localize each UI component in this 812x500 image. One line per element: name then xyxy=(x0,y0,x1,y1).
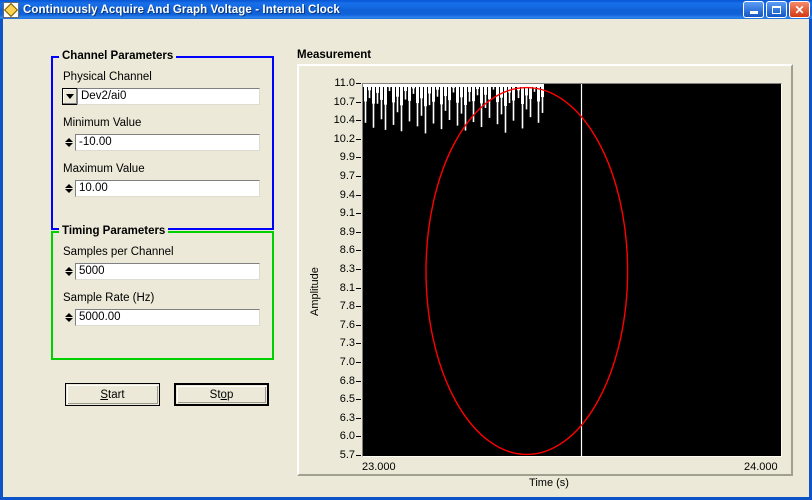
samples-per-channel-label: Samples per Channel xyxy=(63,246,174,258)
y-tick-mark xyxy=(356,157,361,159)
fit-ellipse xyxy=(425,86,629,456)
minimum-value-stepper[interactable] xyxy=(62,134,75,151)
x-tick-max: 24.000 xyxy=(744,461,778,473)
minimize-button[interactable] xyxy=(743,1,764,18)
waveform-plot xyxy=(363,84,629,456)
y-tick-label: 7.0 xyxy=(339,356,355,368)
minimum-value-label: Minimum Value xyxy=(63,117,142,129)
start-button[interactable]: Start xyxy=(65,383,160,406)
y-tick-label: 8.1 xyxy=(339,281,355,294)
y-tick-mark xyxy=(356,436,361,438)
measurement-title: Measurement xyxy=(297,49,372,61)
application-window: Continuously Acquire And Graph Voltage -… xyxy=(0,0,812,500)
maximum-value-stepper[interactable] xyxy=(62,180,75,197)
start-button-label: tart xyxy=(108,388,125,401)
window-title: Continuously Acquire And Graph Voltage -… xyxy=(23,3,340,16)
voltage-trace xyxy=(363,84,583,456)
y-tick-mark xyxy=(356,306,361,308)
window-controls: ✕ xyxy=(743,1,810,18)
window-body: Channel Parameters Physical Channel Dev2… xyxy=(0,19,812,500)
samples-per-channel-input[interactable]: 5000 xyxy=(75,263,260,280)
y-tick-mark xyxy=(356,343,361,345)
y-tick-mark xyxy=(356,213,361,215)
close-button[interactable]: ✕ xyxy=(789,1,810,18)
y-tick-label: 9.4 xyxy=(339,188,355,201)
measurement-graph-panel[interactable]: Amplitude 11.0 10.7 10.4 10.2 9.9 9.7 9.4 9.1 8.… xyxy=(297,64,793,489)
maximum-value-field[interactable]: 10.00 xyxy=(62,180,260,197)
y-tick-mark xyxy=(356,417,361,419)
y-tick-mark xyxy=(356,194,361,196)
maximum-value-label: Maximum Value xyxy=(63,163,145,175)
stop-button[interactable]: Stop xyxy=(174,383,269,406)
samples-per-channel-field[interactable]: 5000 xyxy=(62,263,260,280)
chevron-down-icon[interactable] xyxy=(62,88,77,105)
y-tick-label: 7.8 xyxy=(339,300,355,313)
y-tick-label: 10.4 xyxy=(333,114,355,127)
y-tick-mark xyxy=(356,362,361,363)
x-axis-label: Time (s) xyxy=(529,477,569,489)
stop-button-label-a: St xyxy=(209,388,221,401)
channel-parameters-label: Channel Parameters xyxy=(59,50,177,62)
y-tick-mark xyxy=(356,101,361,103)
y-tick-label: 8.9 xyxy=(339,225,355,238)
y-tick-mark xyxy=(356,399,361,401)
minimum-value-field[interactable]: -10.00 xyxy=(62,134,260,151)
plot-area[interactable] xyxy=(362,83,782,457)
sample-rate-label: Sample Rate (Hz) xyxy=(63,292,155,304)
y-tick-mark xyxy=(356,138,361,140)
y-tick-label: 6.8 xyxy=(339,374,355,387)
x-tick-min: 23.000 xyxy=(362,461,396,473)
labview-diamond-icon xyxy=(3,1,19,18)
channel-parameters-group: Channel Parameters Physical Channel Dev2… xyxy=(51,50,274,230)
sample-rate-stepper[interactable] xyxy=(62,309,75,326)
sample-rate-field[interactable]: 5000.00 xyxy=(62,309,260,326)
physical-channel-value[interactable]: Dev2/ai0 xyxy=(77,88,260,105)
y-tick-mark xyxy=(356,231,361,233)
close-icon: ✕ xyxy=(794,2,805,17)
timing-parameters-group: Timing Parameters Samples per Channel 50… xyxy=(51,225,274,360)
y-tick-mark xyxy=(356,120,361,122)
y-tick-label: 8.3 xyxy=(339,263,355,275)
y-tick-label: 8.6 xyxy=(339,244,355,257)
y-tick-mark xyxy=(356,455,361,456)
y-tick-mark xyxy=(356,176,361,177)
y-axis: 11.0 10.7 10.4 10.2 9.9 9.7 9.4 9.1 8.9 8.6 8.3 8.1… xyxy=(313,78,361,461)
y-tick-label: 11.0 xyxy=(334,77,355,89)
physical-channel-label: Physical Channel xyxy=(63,71,152,83)
y-tick-label: 9.9 xyxy=(339,151,355,164)
maximize-button[interactable] xyxy=(766,1,787,18)
title-bar[interactable]: Continuously Acquire And Graph Voltage -… xyxy=(0,0,812,19)
y-tick-label: 5.7 xyxy=(339,449,355,461)
y-tick-mark xyxy=(356,324,361,326)
y-tick-label: 6.0 xyxy=(339,430,355,443)
y-tick-mark xyxy=(356,287,361,289)
sample-rate-input[interactable]: 5000.00 xyxy=(75,309,260,326)
y-tick-label: 10.2 xyxy=(333,132,355,145)
samples-per-channel-stepper[interactable] xyxy=(62,263,75,280)
y-tick-mark xyxy=(356,380,361,382)
y-tick-label: 9.7 xyxy=(339,170,355,182)
y-tick-label: 7.3 xyxy=(339,337,355,350)
physical-channel-combo[interactable]: Dev2/ai0 xyxy=(62,88,260,105)
timing-parameters-label: Timing Parameters xyxy=(59,225,169,237)
maximum-value-input[interactable]: 10.00 xyxy=(75,180,260,197)
y-tick-label: 6.3 xyxy=(339,411,355,424)
y-tick-label: 9.1 xyxy=(339,207,355,220)
y-tick-mark xyxy=(356,83,361,84)
y-tick-label: 6.5 xyxy=(339,393,355,406)
stop-button-label-b: p xyxy=(226,388,234,401)
start-button-accel: S xyxy=(100,388,109,401)
y-tick-mark xyxy=(356,269,361,270)
y-tick-label: 10.7 xyxy=(333,95,355,108)
y-tick-label: 7.6 xyxy=(339,318,355,331)
minimum-value-input[interactable]: -10.00 xyxy=(75,134,260,151)
y-tick-mark xyxy=(356,250,361,252)
